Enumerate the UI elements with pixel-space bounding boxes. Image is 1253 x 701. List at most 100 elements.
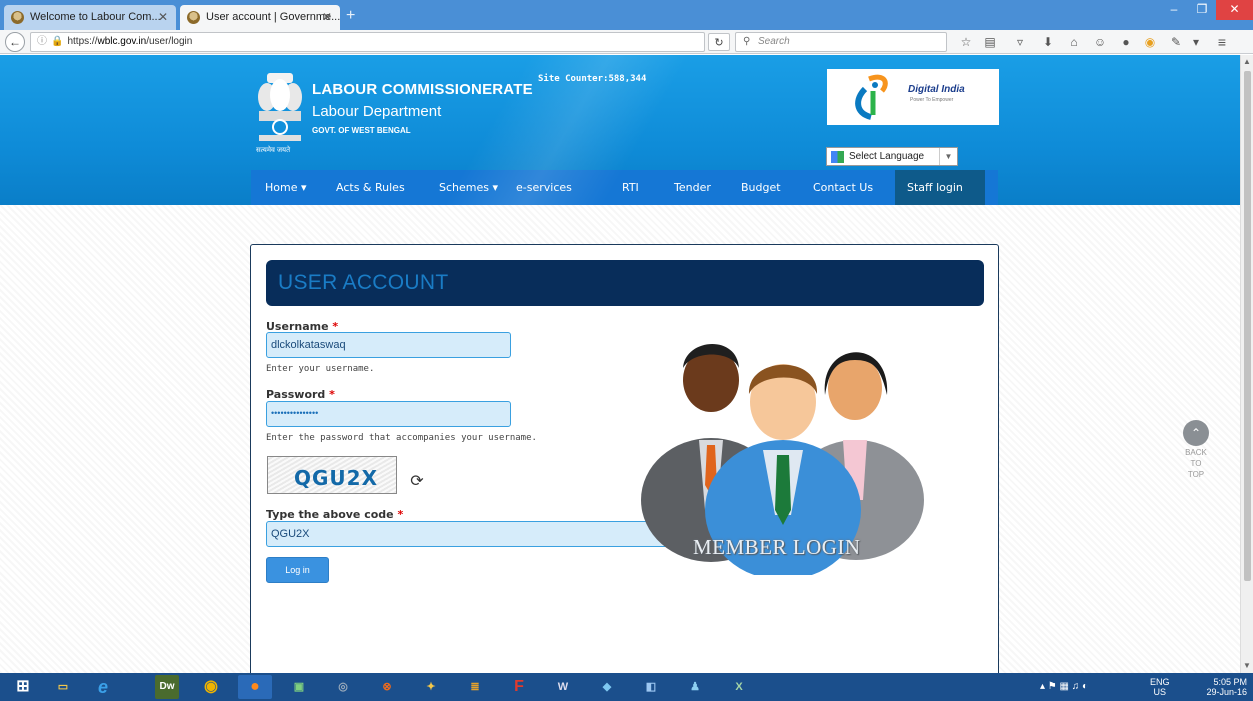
nav-tender[interactable]: Tender bbox=[674, 170, 711, 205]
captcha-text: QGU2X bbox=[294, 466, 378, 490]
extension-icon[interactable]: ✎ bbox=[1168, 34, 1184, 50]
captcha-label: Type the above code * bbox=[266, 508, 404, 521]
close-tab-icon[interactable]: ✕ bbox=[158, 10, 168, 24]
color-wheel-icon[interactable]: ◉ bbox=[1142, 34, 1158, 50]
pocket-icon[interactable]: ▿ bbox=[1012, 34, 1028, 50]
close-tab-icon[interactable]: ✕ bbox=[322, 10, 332, 24]
app-wing-icon[interactable]: ✦ bbox=[414, 675, 448, 699]
user-account-heading-bar: USER ACCOUNT bbox=[266, 260, 984, 306]
captcha-field[interactable] bbox=[266, 521, 668, 547]
nav-home[interactable]: Home ▾ bbox=[265, 170, 307, 205]
back-to-top-label: TO bbox=[1190, 459, 1202, 468]
scroll-down-icon[interactable]: ▼ bbox=[1243, 661, 1251, 670]
back-to-top-button[interactable]: ⌃ BACK TO TOP bbox=[1180, 420, 1212, 480]
xampp-icon[interactable]: ⊗ bbox=[370, 675, 404, 699]
nav-contact-us[interactable]: Contact Us bbox=[813, 170, 873, 205]
region-code: US bbox=[1153, 687, 1167, 697]
smiley-icon[interactable]: ☺ bbox=[1092, 34, 1108, 50]
chrome-icon[interactable]: ◉ bbox=[194, 675, 228, 699]
page-scrollbar[interactable]: ▲ ▼ bbox=[1240, 55, 1253, 673]
nav-acts-rules[interactable]: Acts & Rules bbox=[336, 170, 405, 205]
dreamweaver-icon[interactable]: Dw bbox=[155, 675, 179, 699]
page-title: USER ACCOUNT bbox=[278, 271, 449, 294]
site-department: Labour Department bbox=[312, 103, 442, 120]
scroll-up-icon[interactable]: ▲ bbox=[1243, 57, 1251, 66]
input-language[interactable]: ENG US bbox=[1150, 677, 1170, 701]
filezilla-icon[interactable]: F bbox=[502, 675, 536, 699]
screen: Welcome to Labour Com... ✕ User account … bbox=[0, 0, 1253, 701]
excel-icon[interactable]: X bbox=[722, 675, 756, 699]
digital-india-tagline: Power To Empower bbox=[910, 97, 954, 103]
hamburger-menu-icon[interactable]: ≡ bbox=[1214, 34, 1230, 50]
clock-time: 5:05 PM bbox=[1213, 677, 1247, 687]
store-icon[interactable]: ▣ bbox=[282, 675, 316, 699]
bookmark-star-icon[interactable]: ☆ bbox=[958, 34, 974, 50]
minimize-button[interactable]: – bbox=[1160, 0, 1188, 20]
folder-icon[interactable]: ◆ bbox=[590, 675, 624, 699]
required-marker: * bbox=[397, 508, 404, 521]
file-explorer-icon[interactable]: ▭ bbox=[46, 675, 80, 699]
tab-title: User account | Governme... bbox=[206, 11, 340, 23]
tray-icons[interactable]: ▴ ⚑ ▦ ♫ ◐ bbox=[1040, 673, 1088, 701]
back-to-top-label: BACK bbox=[1185, 448, 1207, 457]
notepad-icon[interactable]: ◧ bbox=[634, 675, 668, 699]
password-field[interactable]: ••••••••••••••• bbox=[266, 401, 511, 427]
firefox-icon[interactable]: ● bbox=[238, 675, 272, 699]
main-nav: Home ▾ Acts & Rules Schemes ▾ e-services… bbox=[251, 170, 998, 205]
site-header: LABOUR COMMISSIONERATE Labour Department… bbox=[0, 55, 1240, 205]
nav-rti[interactable]: RTI bbox=[622, 170, 639, 205]
password-description: Enter the password that accompanies your… bbox=[266, 433, 537, 443]
reading-list-icon[interactable]: ▤ bbox=[982, 34, 998, 50]
web-page: LABOUR COMMISSIONERATE Labour Department… bbox=[0, 55, 1240, 673]
close-window-button[interactable]: ✕ bbox=[1216, 0, 1253, 20]
back-button[interactable]: ← bbox=[5, 32, 25, 52]
site-title[interactable]: LABOUR COMMISSIONERATE bbox=[312, 81, 533, 98]
back-to-top-label: TOP bbox=[1187, 470, 1205, 479]
tab-welcome[interactable]: Welcome to Labour Com... ✕ bbox=[4, 5, 176, 30]
nav-budget[interactable]: Budget bbox=[741, 170, 781, 205]
tab-user-account[interactable]: User account | Governme... ✕ bbox=[180, 5, 340, 30]
member-login-caption: MEMBER LOGIN bbox=[693, 535, 861, 559]
word-icon[interactable]: W bbox=[546, 675, 580, 699]
refresh-captcha-icon[interactable]: ⟳ bbox=[408, 473, 426, 491]
tab-title: Welcome to Labour Com... bbox=[30, 11, 161, 23]
language-select-label: Select Language bbox=[849, 151, 925, 162]
scrollbar-thumb[interactable] bbox=[1244, 71, 1251, 581]
database-icon[interactable]: ≣ bbox=[458, 675, 492, 699]
search-icon: ⚲ bbox=[743, 36, 751, 47]
windows-start-icon[interactable]: ⊞ bbox=[6, 675, 40, 699]
search-input[interactable]: ⚲ Search bbox=[735, 32, 947, 52]
info-icon[interactable]: ⓘ bbox=[37, 36, 47, 47]
clock[interactable]: 5:05 PM 29-Jun-16 bbox=[1195, 677, 1247, 701]
emblem-favicon-icon bbox=[11, 11, 24, 24]
maximize-button[interactable]: ❐ bbox=[1188, 0, 1216, 20]
login-button[interactable]: Log in bbox=[266, 557, 329, 583]
new-tab-icon[interactable]: + bbox=[346, 7, 355, 25]
overflow-dropdown-icon[interactable]: ▾ bbox=[1188, 34, 1204, 50]
internet-explorer-icon[interactable]: e bbox=[86, 675, 120, 699]
address-bar[interactable]: ⓘ 🔒 https://wblc.gov.in/user/login bbox=[30, 32, 705, 52]
digital-india-logo[interactable]: Digital India Power To Empower bbox=[827, 69, 999, 125]
member-login-illustration: MEMBER LOGIN bbox=[641, 310, 931, 580]
windows-taskbar: ⊞ ▭ e Dw ◉ ● ▣ ◎ ⊗ ✦ ≣ F W ◆ ◧ ♟ X ▴ ⚑ ▦… bbox=[0, 673, 1253, 701]
language-code: ENG bbox=[1150, 677, 1170, 687]
people-app-icon[interactable]: ♟ bbox=[678, 675, 712, 699]
chevron-up-icon: ⌃ bbox=[1183, 420, 1209, 446]
postgres-icon[interactable]: ◎ bbox=[326, 675, 360, 699]
digital-india-title: Digital India bbox=[908, 84, 965, 95]
extension-dark-icon[interactable]: ● bbox=[1118, 34, 1134, 50]
clock-date: 29-Jun-16 bbox=[1206, 687, 1247, 697]
browser-tab-bar: Welcome to Labour Com... ✕ User account … bbox=[0, 0, 1253, 30]
required-marker: * bbox=[329, 388, 335, 401]
language-select[interactable]: Select Language ▼ bbox=[826, 147, 958, 166]
download-icon[interactable]: ⬇ bbox=[1040, 34, 1056, 50]
browser-nav-bar: ← ⓘ 🔒 https://wblc.gov.in/user/login ↻ ⚲ S… bbox=[0, 30, 1253, 54]
nav-schemes[interactable]: Schemes ▾ bbox=[439, 170, 498, 205]
nav-e-services[interactable]: e-services bbox=[516, 170, 572, 205]
home-icon[interactable]: ⌂ bbox=[1066, 34, 1082, 50]
nav-staff-login[interactable]: Staff login bbox=[895, 170, 985, 205]
lock-icon: 🔒 bbox=[51, 36, 64, 47]
reload-icon[interactable]: ↻ bbox=[708, 33, 730, 51]
username-field[interactable] bbox=[266, 332, 511, 358]
password-label: Password * bbox=[266, 388, 335, 401]
